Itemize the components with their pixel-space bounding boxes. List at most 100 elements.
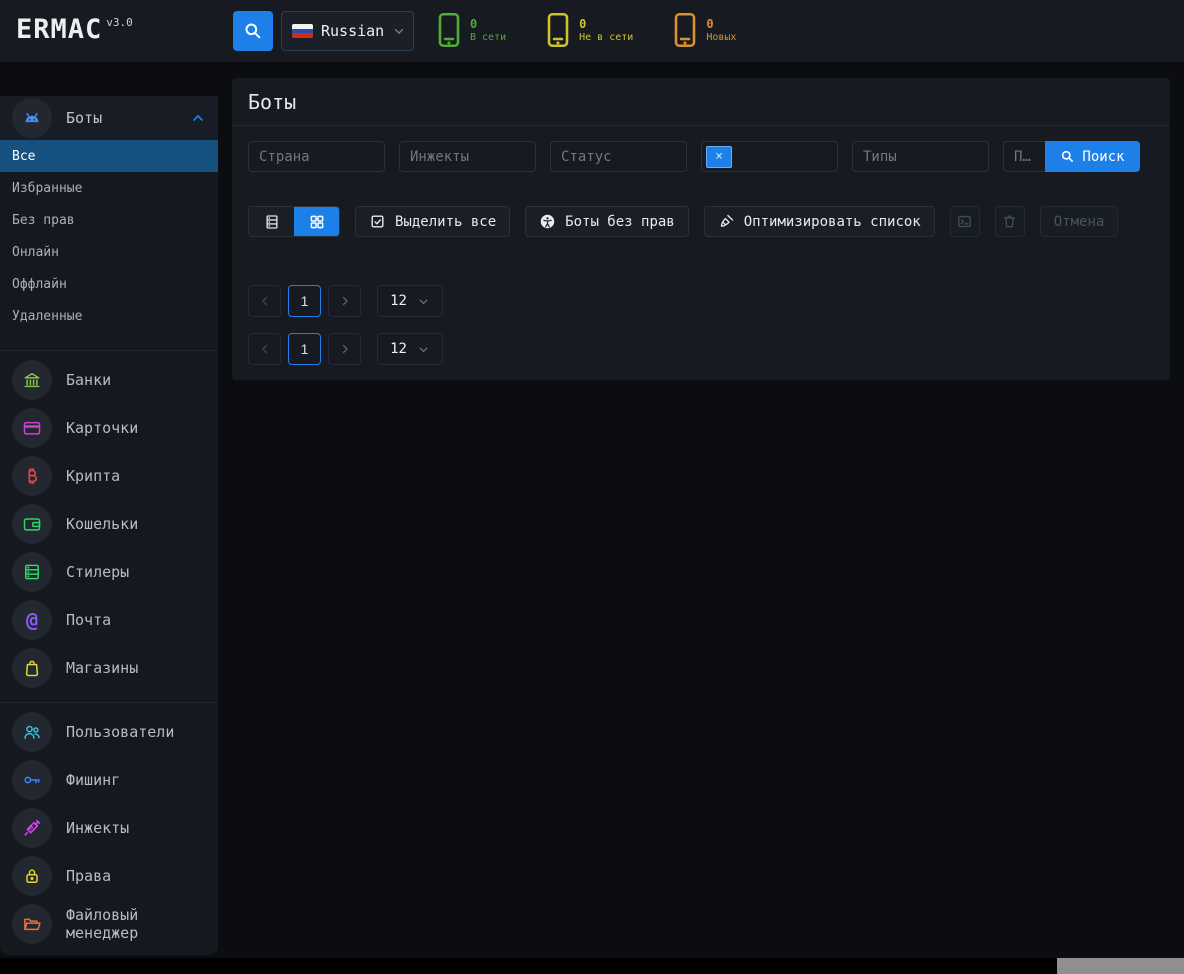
optimize-list-label: Оптимизировать список: [744, 214, 921, 230]
sidebar-item-injects[interactable]: Инжекты: [0, 804, 218, 852]
new-bots-counter: 0 Новых: [673, 12, 736, 48]
android-icon: [12, 98, 52, 138]
sidebar-item-file-manager-label: Файловый менеджер: [66, 906, 206, 942]
grid-view-icon: [308, 213, 326, 231]
current-page-button[interactable]: 1: [288, 333, 321, 365]
sidebar-item-injects-label: Инжекты: [66, 819, 129, 837]
sidebar-item-users[interactable]: Пользователи: [0, 708, 218, 756]
chevron-right-icon: [338, 294, 352, 308]
optimize-list-button[interactable]: Оптимизировать список: [704, 206, 935, 237]
sidebar-section-data: Банки Карточки Крипта Кошельки Стилеры: [0, 351, 218, 692]
credit-card-icon: [12, 408, 52, 448]
language-selector[interactable]: Russian: [281, 11, 414, 51]
tag-chip-remove-button[interactable]: ×: [706, 146, 732, 168]
select-all-label: Выделить все: [395, 214, 496, 230]
per-page-value: 12: [390, 293, 407, 309]
types-filter-input[interactable]: [852, 141, 989, 172]
offline-count: 0: [579, 18, 633, 30]
sidebar-item-shops[interactable]: Магазины: [0, 644, 218, 692]
submenu-item-favorites[interactable]: Избранные: [0, 172, 218, 204]
injects-filter-input[interactable]: [399, 141, 536, 172]
select-all-button[interactable]: Выделить все: [355, 206, 510, 237]
sidebar-item-cards[interactable]: Карточки: [0, 404, 218, 452]
accessibility-icon: [539, 213, 556, 230]
online-label: В сети: [470, 32, 506, 43]
submenu-item-deleted[interactable]: Удаленные: [0, 300, 218, 332]
submenu-item-all[interactable]: Все: [0, 140, 218, 172]
current-page-button[interactable]: 1: [288, 285, 321, 317]
cancel-button[interactable]: Отмена: [1040, 206, 1119, 237]
bank-icon: [12, 360, 52, 400]
sidebar-item-wallets-label: Кошельки: [66, 515, 138, 533]
sidebar-item-mail-label: Почта: [66, 611, 111, 629]
sidebar-item-cards-label: Карточки: [66, 419, 138, 437]
sidebar-item-wallets[interactable]: Кошельки: [0, 500, 218, 548]
sidebar-item-banks-label: Банки: [66, 371, 111, 389]
submenu-item-online[interactable]: Онлайн: [0, 236, 218, 268]
prev-page-button[interactable]: [248, 333, 281, 365]
next-page-button[interactable]: [328, 285, 361, 317]
sidebar-item-phishing[interactable]: Фишинг: [0, 756, 218, 804]
sidebar-item-stealers[interactable]: Стилеры: [0, 548, 218, 596]
global-search-button[interactable]: [233, 11, 273, 51]
sidebar-item-bots[interactable]: Боты: [0, 96, 218, 140]
per-page-select[interactable]: 12: [377, 285, 443, 317]
scrollbar-thumb[interactable]: [1057, 958, 1184, 974]
terminal-button[interactable]: [950, 206, 980, 237]
sidebar-item-crypto[interactable]: Крипта: [0, 452, 218, 500]
new-count: 0: [706, 18, 736, 30]
chevron-left-icon: [258, 294, 272, 308]
bots-without-permissions-label: Боты без прав: [565, 214, 675, 230]
sidebar-item-stealers-label: Стилеры: [66, 563, 129, 581]
per-page-select[interactable]: 12: [377, 333, 443, 365]
server-icon: [12, 552, 52, 592]
offline-label: Не в сети: [579, 32, 633, 43]
delete-button[interactable]: [995, 206, 1025, 237]
sidebar-item-permissions[interactable]: Права: [0, 852, 218, 900]
folder-open-icon: [12, 904, 52, 944]
sidebar-item-mail[interactable]: @ Почта: [0, 596, 218, 644]
new-label: Новых: [706, 32, 736, 43]
sidebar-item-file-manager[interactable]: Файловый менеджер: [0, 900, 218, 948]
bot-status-counters: 0 В сети 0 Не в сети 0 Новых: [437, 12, 736, 48]
query-filter-input[interactable]: [1003, 141, 1045, 172]
status-filter-input[interactable]: [550, 141, 687, 172]
wallet-icon: [12, 504, 52, 544]
prev-page-button[interactable]: [248, 285, 281, 317]
phone-new-icon: [673, 12, 697, 48]
sidebar-item-banks[interactable]: Банки: [0, 356, 218, 404]
country-filter-input[interactable]: [248, 141, 385, 172]
broom-icon: [718, 213, 735, 230]
list-view-button[interactable]: [249, 207, 294, 236]
sidebar-item-crypto-label: Крипта: [66, 467, 120, 485]
sidebar: Боты Все Избранные Без прав Онлайн Оффла…: [0, 96, 218, 955]
submenu-item-offline[interactable]: Оффлайн: [0, 268, 218, 300]
submenu-item-no-permissions[interactable]: Без прав: [0, 204, 218, 236]
sidebar-section-admin: Пользователи Фишинг Инжекты Права Файлов…: [0, 703, 218, 948]
search-button-label: Поиск: [1082, 149, 1124, 165]
users-icon: [12, 712, 52, 752]
next-page-button[interactable]: [328, 333, 361, 365]
list-view-icon: [263, 213, 281, 231]
online-bots-counter: 0 В сети: [437, 12, 506, 48]
online-count: 0: [470, 18, 506, 30]
grid-view-button[interactable]: [294, 207, 339, 236]
search-icon: [1060, 149, 1075, 164]
view-mode-toggle: [248, 206, 340, 237]
per-page-value: 12: [390, 341, 407, 357]
pagination-top: 1 12: [248, 285, 443, 317]
horizontal-scrollbar[interactable]: [0, 958, 1184, 974]
bots-without-permissions-button[interactable]: Боты без прав: [525, 206, 689, 237]
tags-filter-input[interactable]: ×: [701, 141, 838, 172]
offline-bots-counter: 0 Не в сети: [546, 12, 633, 48]
page-title: Боты: [232, 78, 1170, 126]
chevron-right-icon: [338, 342, 352, 356]
language-label: Russian: [321, 22, 384, 40]
brand-logo: ERMACv3.0: [16, 14, 133, 45]
filters-row: × Поиск: [248, 141, 1140, 172]
search-button[interactable]: Поиск: [1045, 141, 1140, 172]
key-icon: [12, 760, 52, 800]
header: ERMACv3.0 Russian 0 В сети 0: [0, 0, 1184, 64]
phone-online-icon: [437, 12, 461, 48]
syringe-icon: [12, 808, 52, 848]
